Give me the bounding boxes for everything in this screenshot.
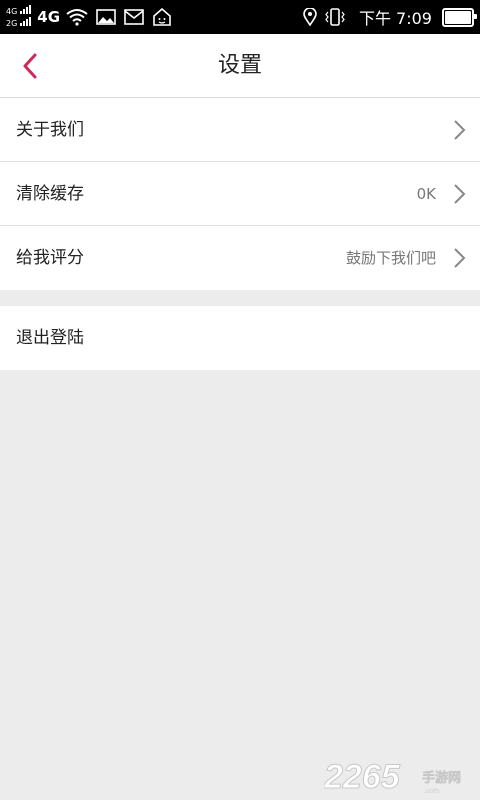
home-robot-icon [152, 8, 172, 26]
rate-us-label: 给我评分 [16, 248, 84, 268]
page-title: 设置 [217, 53, 262, 78]
signal-icon [19, 17, 32, 26]
battery-icon [442, 7, 477, 27]
clear-cache-label: 清除缓存 [16, 184, 84, 204]
clear-cache-item[interactable]: 清除缓存 0K [0, 162, 480, 226]
chevron-right-icon [454, 120, 466, 140]
status-left: 4G 2G 4G [6, 4, 180, 30]
status-bar: 4G 2G 4G 下午 7:09 [0, 0, 480, 34]
rate-us-hint: 鼓励下我们吧 [345, 249, 436, 267]
settings-list: 关于我们 清除缓存 0K 给我评分 鼓励下我们吧 [0, 98, 480, 290]
chevron-right-icon [454, 248, 466, 268]
network-type: 4G [37, 8, 61, 26]
location-icon [303, 8, 317, 26]
about-us-item[interactable]: 关于我们 [0, 98, 480, 162]
rate-us-item[interactable]: 给我评分 鼓励下我们吧 [0, 226, 480, 290]
vibrate-icon [325, 8, 345, 26]
logout-item[interactable]: 退出登陆 [0, 306, 480, 370]
signal-icon [19, 5, 32, 14]
network-signals: 4G 2G [6, 5, 32, 29]
status-right: 下午 7:09 [303, 4, 477, 30]
wifi-icon [66, 8, 88, 26]
net-bottom-label: 2G [6, 19, 18, 28]
net-top-label: 4G [6, 7, 18, 16]
image-icon [96, 9, 116, 25]
about-us-label: 关于我们 [16, 120, 84, 140]
chevron-right-icon [454, 184, 466, 204]
mail-icon [124, 9, 144, 25]
svg-text:.com: .com [424, 788, 439, 795]
logout-section: 退出登陆 [0, 306, 480, 370]
svg-text:2265: 2265 [324, 758, 401, 796]
watermark-logo: 2265 手游网 .com [323, 756, 474, 797]
svg-text:手游网: 手游网 [422, 770, 461, 785]
clock-time: 下午 7:09 [358, 9, 432, 28]
cache-size-value: 0K [416, 185, 436, 203]
app-header: 设置 [0, 34, 480, 98]
logout-label: 退出登陆 [16, 328, 84, 348]
